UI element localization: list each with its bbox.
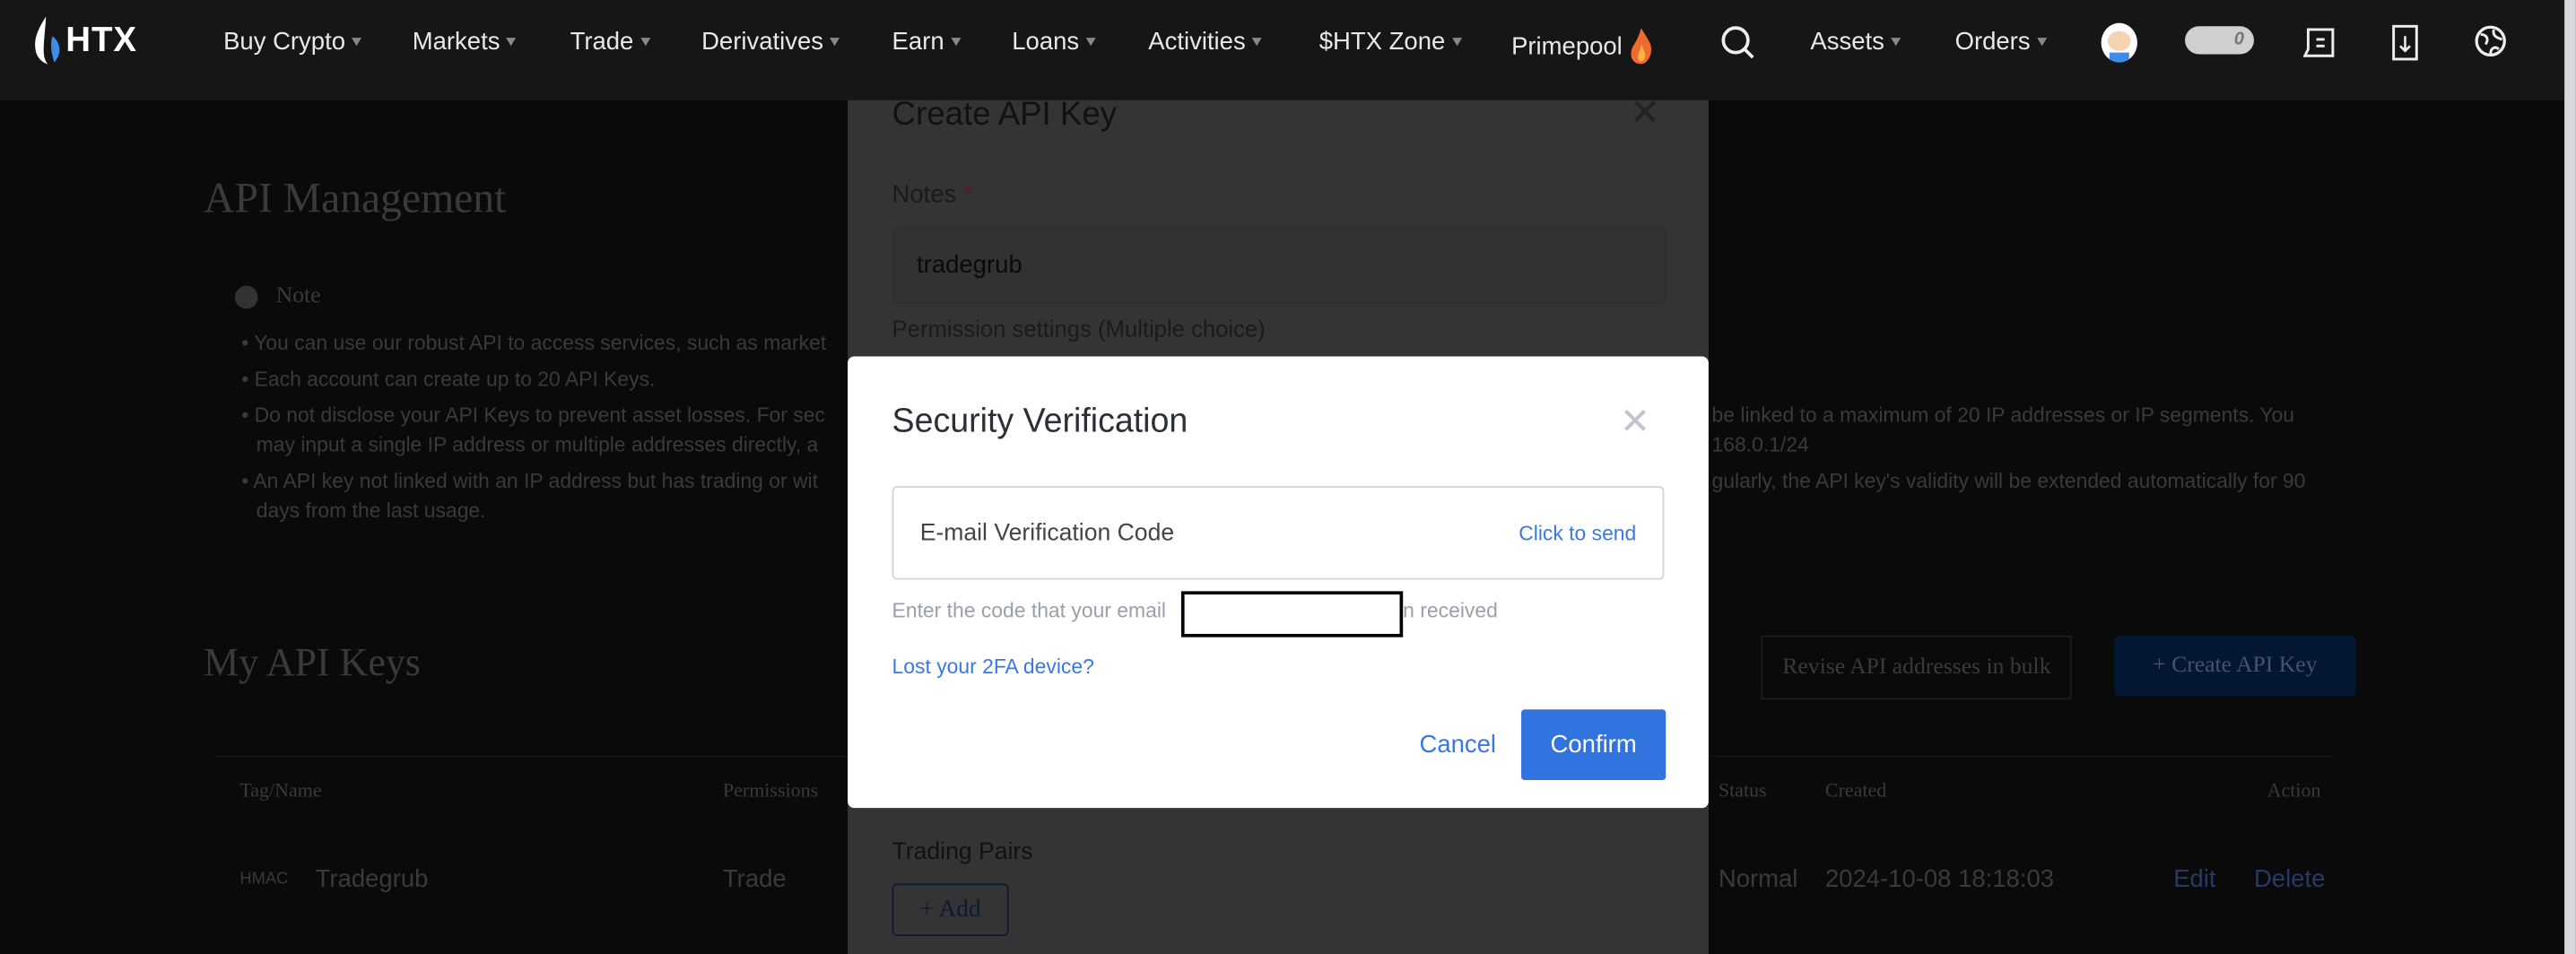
header-created: Created (1824, 778, 1887, 802)
screen: API Management Note • You can use our ro… (0, 0, 2576, 954)
notes-input-value: tradegrub (917, 251, 1023, 280)
nav-primepool[interactable]: Primepool (1511, 28, 1652, 65)
caret-down-icon (506, 38, 517, 47)
header-permissions: Permissions (722, 778, 819, 802)
message-icon[interactable] (2302, 26, 2337, 59)
email-hint: Enter the code that your email (892, 600, 1166, 623)
caret-down-icon (1252, 38, 1263, 47)
caret-down-icon (1085, 38, 1096, 47)
nav-label: Earn (892, 28, 944, 56)
top-nav: HTX Buy Crypto Markets Trade Derivatives… (0, 0, 2576, 100)
permission-settings-label: Permission settings (Multiple choice) (892, 315, 1266, 342)
caret-down-icon (1451, 38, 1462, 47)
confirm-button[interactable]: Confirm (1521, 709, 1667, 781)
nav-orders[interactable]: Orders (1955, 28, 2047, 56)
trading-pairs-label: Trading Pairs (892, 838, 1033, 866)
nav-htx-zone[interactable]: $HTX Zone (1319, 28, 1462, 56)
nav-label: Orders (1954, 28, 2031, 56)
nav-derivatives[interactable]: Derivatives (701, 28, 840, 56)
note-text: An API key not linked with an IP address… (253, 469, 818, 493)
nav-trade[interactable]: Trade (570, 28, 650, 56)
nav-markets[interactable]: Markets (413, 28, 517, 56)
security-verification-modal: Security Verification ✕ E-mail Verificat… (848, 356, 1709, 809)
download-app-icon[interactable] (2392, 24, 2418, 61)
note-text: be linked to a maximum of 20 IP addresse… (1711, 403, 2295, 428)
nav-assets[interactable]: Assets (1810, 28, 1902, 56)
tag-badge: HMAC (239, 870, 289, 889)
notes-label: Notes * (892, 180, 973, 208)
nav-earn[interactable]: Earn (892, 28, 961, 56)
header-tag-name: Tag/Name (239, 778, 322, 802)
security-modal-title: Security Verification (892, 402, 1188, 440)
nav-buy-crypto[interactable]: Buy Crypto (223, 28, 362, 56)
caret-down-icon (352, 38, 362, 47)
note-line: • An API key not linked with an IP addre… (241, 469, 818, 493)
create-modal-title: Create API Key (892, 97, 1118, 134)
nav-label: Loans (1012, 28, 1080, 56)
note-text: 168.0.1/24 (1711, 433, 1809, 457)
nav-label: Primepool (1511, 31, 1623, 60)
htx-logo[interactable]: HTX (33, 16, 137, 65)
search-icon[interactable] (1720, 24, 1756, 60)
caret-down-icon (950, 38, 961, 47)
toggle-count: 0 (2233, 29, 2244, 49)
note-text: Each account can create up to 20 API Key… (254, 368, 656, 391)
nav-label: Activities (1148, 28, 1246, 56)
key-status: Normal (1718, 865, 1798, 894)
nav-label: Markets (412, 28, 500, 56)
key-permissions: Trade (722, 865, 787, 894)
header-action: Action (2267, 778, 2321, 802)
nav-label: Derivatives (701, 28, 823, 56)
globe-icon[interactable] (2474, 24, 2507, 57)
email-verification-code-input[interactable]: E-mail Verification Code Click to send (892, 486, 1665, 580)
note-text: days from the last usage. (256, 499, 486, 523)
note-text: Do not disclose your API Keys to prevent… (254, 403, 825, 428)
header-status: Status (1718, 778, 1767, 802)
create-api-key-button[interactable]: + Create API Key (2114, 635, 2356, 697)
cancel-button[interactable]: Cancel (1420, 731, 1497, 759)
nav-activities[interactable]: Activities (1148, 28, 1263, 56)
lost-2fa-link[interactable]: Lost your 2FA device? (892, 655, 1094, 679)
my-api-keys-title: My API Keys (204, 642, 421, 685)
logo-text: HTX (65, 21, 137, 59)
required-mark: * (962, 180, 973, 209)
fire-icon (1630, 28, 1651, 65)
key-created: 2024-10-08 18:18:03 (1824, 865, 2055, 894)
page-title: API Management (204, 174, 507, 222)
caret-down-icon (2036, 38, 2047, 47)
scrollbar[interactable] (2564, 0, 2576, 954)
note-text: may input a single IP address or multipl… (256, 433, 819, 457)
key-name: Tradegrub (315, 865, 429, 894)
note-line: • Do not disclose your API Keys to preve… (241, 403, 825, 428)
email-code-placeholder: E-mail Verification Code (919, 520, 1175, 547)
note-line: • You can use our robust API to access s… (241, 331, 827, 355)
notes-label-text: Notes (892, 180, 957, 209)
nav-label: $HTX Zone (1318, 28, 1446, 56)
note-title: Note (275, 283, 321, 309)
revise-api-addresses-button[interactable]: Revise API addresses in bulk (1761, 635, 2073, 700)
note-line: • Each account can create up to 20 API K… (241, 368, 656, 391)
info-icon (234, 285, 258, 309)
flame-logo-icon (35, 16, 60, 65)
note-text: gularly, the API key's validity will be … (1711, 469, 2306, 493)
caret-down-icon (640, 38, 650, 47)
hint-suffix: n received (1403, 599, 1498, 623)
notes-input[interactable]: tradegrub (892, 226, 1667, 304)
nav-label: Trade (570, 28, 634, 56)
add-trading-pair-button[interactable]: + Add (892, 883, 1009, 937)
click-to-send-link[interactable]: Click to send (1519, 522, 1636, 545)
avatar[interactable] (2101, 22, 2137, 63)
nav-label: Buy Crypto (223, 28, 346, 56)
caret-down-icon (1891, 38, 1902, 47)
nav-loans[interactable]: Loans (1012, 28, 1096, 56)
nav-label: Assets (1810, 28, 1884, 56)
caret-down-icon (830, 38, 840, 47)
hint-prefix: Enter the code that your email (892, 599, 1167, 623)
note-text: You can use our robust API to access ser… (254, 331, 827, 355)
close-icon[interactable]: ✕ (1620, 401, 1650, 444)
redacted-email (1180, 591, 1404, 637)
edit-link[interactable]: Edit (2173, 865, 2215, 893)
delete-link[interactable]: Delete (2254, 865, 2325, 893)
notification-toggle[interactable]: 0 (2185, 26, 2254, 55)
